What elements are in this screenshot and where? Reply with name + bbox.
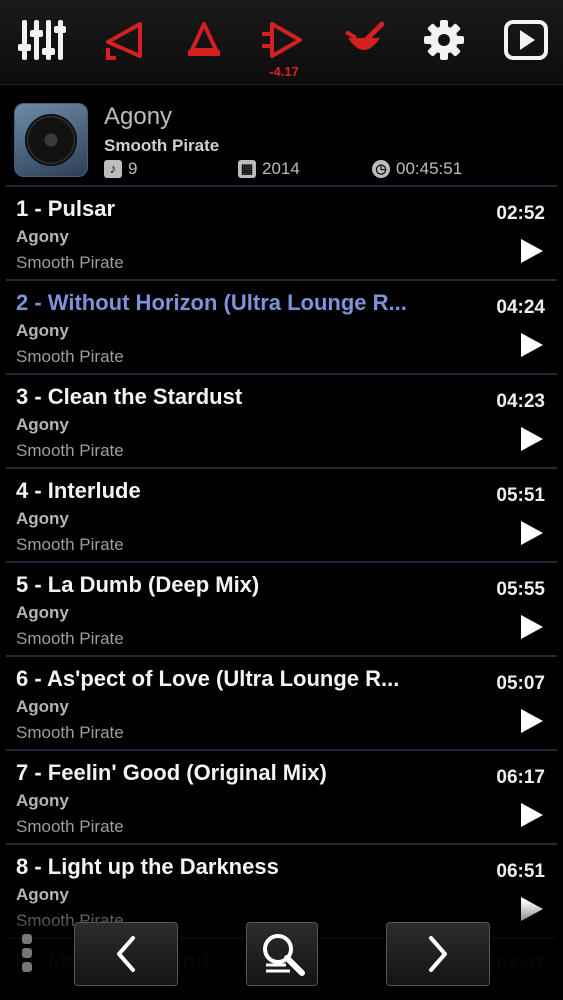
track-duration: 05:51 xyxy=(496,485,545,506)
track-artist: Smooth Pirate xyxy=(16,817,124,836)
track-artist: Smooth Pirate xyxy=(16,347,124,366)
track-title: 2 - Without Horizon (Ultra Lounge R... xyxy=(16,290,407,315)
bell-icon[interactable] xyxy=(178,14,230,66)
partial-track-duration: 04:07 xyxy=(496,954,545,975)
track-title: 1 - Pulsar xyxy=(16,196,116,221)
track-album: Agony xyxy=(16,885,69,904)
track-duration: 05:55 xyxy=(496,579,545,600)
album-year: ▦ 2014 xyxy=(238,159,300,179)
track-duration: 06:17 xyxy=(496,767,545,788)
play-icon[interactable] xyxy=(521,427,543,451)
equalizer-icon[interactable] xyxy=(16,14,68,66)
play-icon[interactable] xyxy=(521,521,543,545)
track-title: 6 - As'pect of Love (Ultra Lounge R... xyxy=(16,666,400,691)
gear-icon[interactable] xyxy=(418,14,470,66)
album-art[interactable] xyxy=(14,103,88,177)
gain-value: -4.17 xyxy=(269,64,299,79)
album-artist: Smooth Pirate xyxy=(104,136,220,155)
chevron-right-icon xyxy=(429,936,447,972)
calendar-icon: ▦ xyxy=(238,160,256,178)
track-title: 8 - Light up the Darkness xyxy=(16,854,279,879)
track-album: Agony xyxy=(16,321,69,340)
play-box-icon[interactable] xyxy=(500,14,552,66)
total-duration-value: 00:45:51 xyxy=(396,159,463,178)
track-row[interactable]: 1 - Pulsar Agony Smooth Pirate 02:52 xyxy=(6,187,557,281)
play-icon[interactable] xyxy=(521,615,543,639)
track-duration: 06:51 xyxy=(496,861,545,882)
track-title: 3 - Clean the Stardust xyxy=(16,384,243,409)
amplifier-icon[interactable] xyxy=(258,14,310,66)
track-artist: Smooth Pirate xyxy=(16,253,124,272)
music-note-icon: ♪ xyxy=(104,160,122,178)
track-title: 4 - Interlude xyxy=(16,478,141,503)
track-artist: Smooth Pirate xyxy=(16,535,124,554)
speaker-icon[interactable] xyxy=(98,14,150,66)
track-artist: Smooth Pirate xyxy=(16,629,124,648)
mortar-icon[interactable] xyxy=(338,14,390,66)
chevron-left-icon xyxy=(117,936,135,972)
track-row[interactable]: 5 - La Dumb (Deep Mix) Agony Smooth Pira… xyxy=(6,563,557,657)
drag-handle-icon[interactable] xyxy=(22,934,34,976)
track-artist: Smooth Pirate xyxy=(16,441,124,460)
disc-icon xyxy=(25,114,77,166)
album-title: Agony xyxy=(104,103,173,130)
play-icon[interactable] xyxy=(521,803,543,827)
top-toolbar: -4.17 xyxy=(0,0,563,85)
track-duration: 04:24 xyxy=(496,297,545,318)
track-album: Agony xyxy=(16,697,69,716)
search-list-icon xyxy=(263,934,305,976)
track-row[interactable]: 7 - Feelin' Good (Original Mix) Agony Sm… xyxy=(6,751,557,845)
next-button[interactable] xyxy=(386,922,490,986)
play-icon[interactable] xyxy=(521,333,543,357)
search-button[interactable] xyxy=(246,922,318,986)
track-duration: 04:23 xyxy=(496,391,545,412)
track-duration: 05:07 xyxy=(496,673,545,694)
track-row[interactable]: 4 - Interlude Agony Smooth Pirate 05:51 xyxy=(6,469,557,563)
track-title: 7 - Feelin' Good (Original Mix) xyxy=(16,760,327,785)
track-album: Agony xyxy=(16,415,69,434)
play-icon[interactable] xyxy=(521,897,543,921)
play-icon[interactable] xyxy=(521,709,543,733)
track-count-value: 9 xyxy=(128,159,138,178)
album-duration: ◷ 00:45:51 xyxy=(372,159,462,179)
track-row[interactable]: 2 - Without Horizon (Ultra Lounge R... A… xyxy=(6,281,557,375)
previous-button[interactable] xyxy=(74,922,178,986)
track-title: 5 - La Dumb (Deep Mix) xyxy=(16,572,260,597)
play-icon[interactable] xyxy=(521,239,543,263)
track-count: ♪ 9 xyxy=(104,159,137,179)
track-album: Agony xyxy=(16,509,69,528)
track-row[interactable]: 3 - Clean the Stardust Agony Smooth Pira… xyxy=(6,375,557,469)
track-duration: 02:52 xyxy=(496,203,545,224)
year-value: 2014 xyxy=(262,159,300,178)
track-row[interactable]: 6 - As'pect of Love (Ultra Lounge R... A… xyxy=(6,657,557,751)
track-album: Agony xyxy=(16,791,69,810)
clock-icon: ◷ xyxy=(372,160,390,178)
track-artist: Smooth Pirate xyxy=(16,723,124,742)
track-album: Agony xyxy=(16,603,69,622)
track-album: Agony xyxy=(16,227,69,246)
track-list: 1 - Pulsar Agony Smooth Pirate 02:52 2 -… xyxy=(0,187,563,939)
album-header: Agony Smooth Pirate ♪ 9 ▦ 2014 ◷ 00:45:5… xyxy=(0,95,563,185)
